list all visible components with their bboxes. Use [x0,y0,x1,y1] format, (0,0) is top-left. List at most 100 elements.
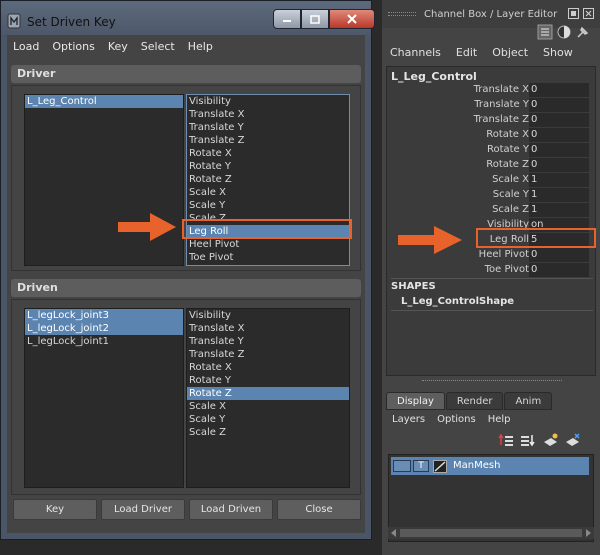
channel-row[interactable]: Rotate Z0 [387,158,597,173]
tab-display[interactable]: Display [386,392,445,410]
menu-object[interactable]: Object [492,46,528,59]
shape-node-name[interactable]: L_Leg_ControlShape [401,296,514,307]
channel-value[interactable]: 0 [529,263,589,277]
driven-attribute-list[interactable]: Visibility Translate X Translate Y Trans… [186,308,350,488]
channel-row[interactable]: Translate Z0 [387,113,597,128]
pin-icon[interactable] [575,24,591,40]
channel-row[interactable]: Rotate X0 [387,128,597,143]
channel-value[interactable]: 0 [529,128,589,142]
channel-row[interactable]: Scale Z1 [387,203,597,218]
list-item[interactable]: Scale Y [187,413,349,426]
scroll-right-icon[interactable] [584,529,592,537]
layer-visibility-toggle[interactable] [393,460,411,472]
scrollbar-thumb[interactable] [400,529,582,537]
channel-value[interactable]: 0 [529,113,589,127]
list-item[interactable]: Translate Z [187,348,349,361]
layer-row-manmesh[interactable]: T ManMesh [391,457,589,475]
tab-anim[interactable]: Anim [504,392,553,410]
channel-row[interactable]: Scale X1 [387,173,597,188]
load-driven-button[interactable]: Load Driven [189,499,273,520]
list-item[interactable]: Rotate Z [187,387,349,400]
new-layer-icon[interactable] [542,433,558,447]
channel-label: Rotate Z [486,159,529,170]
list-item[interactable]: Translate Z [187,134,349,147]
list-item[interactable]: Translate Y [187,121,349,134]
list-item[interactable]: Toe Pivot [187,251,349,264]
close-window-button[interactable] [329,9,375,29]
channel-value[interactable]: 1 [529,188,589,202]
list-item[interactable]: Scale X [187,400,349,413]
menu-load[interactable]: Load [13,35,39,57]
list-item[interactable]: Translate X [187,108,349,121]
menu-select[interactable]: Select [141,35,175,57]
layer-color-swatch-icon[interactable] [433,460,447,473]
layer-name: ManMesh [453,460,501,471]
key-button[interactable]: Key [13,499,97,520]
menu-channels[interactable]: Channels [390,46,441,59]
tab-render[interactable]: Render [445,392,504,410]
maya-app-icon [7,13,21,29]
list-item[interactable]: Rotate Z [187,173,349,186]
channel-row[interactable]: Translate X0 [387,83,597,98]
window-titlebar[interactable]: Set Driven Key [1,1,375,35]
menu-show[interactable]: Show [543,46,573,59]
close-panel-icon[interactable] [583,8,594,19]
driven-object-list[interactable]: L_legLock_joint3 L_legLock_joint2 L_legL… [24,308,184,488]
load-driver-button[interactable]: Load Driver [101,499,185,520]
list-item[interactable]: L_legLock_joint3 [25,309,183,322]
menu-layer-options[interactable]: Options [437,414,476,425]
driven-section-header[interactable]: Driven [11,279,361,297]
channel-value[interactable]: 0 [529,83,589,97]
channel-label: Translate Z [473,114,529,125]
layer-list-scrollbar[interactable] [388,527,594,539]
channel-value[interactable]: 1 [529,173,589,187]
driver-attribute-list[interactable]: Visibility Translate X Translate Y Trans… [186,94,350,266]
channel-value[interactable]: 0 [529,98,589,112]
driver-section-header[interactable]: Driver [11,65,361,83]
list-item[interactable]: Rotate X [187,147,349,160]
channel-value[interactable]: 0 [529,248,589,262]
list-item[interactable]: Scale X [187,186,349,199]
list-item[interactable]: L_legLock_joint1 [25,335,183,348]
channel-box-object-name[interactable]: L_Leg_Control [391,70,477,83]
channel-value[interactable]: 0 [529,143,589,157]
list-item[interactable]: Visibility [187,95,349,108]
scroll-left-icon[interactable] [390,529,398,537]
menu-edit[interactable]: Edit [456,46,477,59]
menu-layers[interactable]: Layers [392,414,425,425]
float-panel-icon[interactable] [568,8,579,19]
list-item[interactable]: Rotate X [187,361,349,374]
list-item[interactable]: Visibility [187,309,349,322]
list-item[interactable]: Rotate Y [187,160,349,173]
list-item[interactable]: L_Leg_Control [25,95,183,108]
minimize-button[interactable] [273,9,301,29]
move-layer-down-icon[interactable] [520,433,536,447]
panel-splitter[interactable] [422,380,562,384]
layer-display-type-toggle[interactable]: T [413,460,429,472]
channel-row[interactable]: Translate Y0 [387,98,597,113]
list-item[interactable]: Translate Y [187,335,349,348]
channel-value[interactable]: 1 [529,203,589,217]
channel-row[interactable]: Toe Pivot 0 [387,263,597,278]
move-layer-up-icon[interactable] [498,433,514,447]
channel-row[interactable]: Rotate Y0 [387,143,597,158]
menu-help[interactable]: Help [188,35,213,57]
maximize-button[interactable] [301,9,329,29]
drag-grip-icon[interactable] [388,12,416,16]
list-item[interactable]: L_legLock_joint2 [25,322,183,335]
menu-layer-help[interactable]: Help [488,414,511,425]
list-item[interactable]: Heel Pivot [187,238,349,251]
menu-options[interactable]: Options [52,35,94,57]
close-button[interactable]: Close [277,499,361,520]
panel-title-icons [568,8,594,19]
list-item[interactable]: Rotate Y [187,374,349,387]
channel-list-icon[interactable] [537,24,553,40]
list-item[interactable]: Translate X [187,322,349,335]
new-layer-selected-icon[interactable] [564,433,580,447]
list-item[interactable]: Scale Z [187,426,349,439]
menu-key[interactable]: Key [108,35,128,57]
channel-value[interactable]: 0 [529,158,589,172]
channel-row[interactable]: Scale Y1 [387,188,597,203]
half-circle-icon[interactable] [556,24,572,40]
list-item[interactable]: Scale Y [187,199,349,212]
